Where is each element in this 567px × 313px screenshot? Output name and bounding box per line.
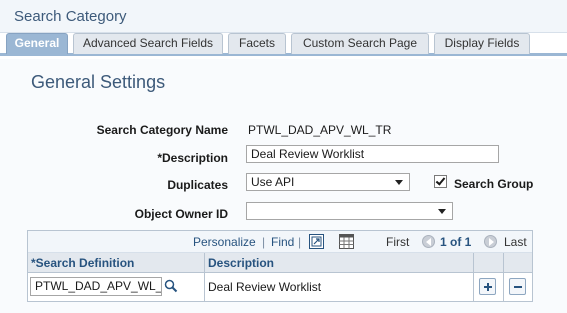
toolbar-separator: | xyxy=(298,235,302,249)
first-label: First xyxy=(386,235,410,249)
toolbar-separator: | xyxy=(262,235,266,249)
column-header-search-definition: *Search Definition xyxy=(31,256,135,270)
tab-facets[interactable]: Facets xyxy=(228,33,286,54)
tab-advanced-search-fields[interactable]: Advanced Search Fields xyxy=(73,33,223,54)
previous-icon[interactable] xyxy=(422,235,435,248)
search-category-name-value: PTWL_DAD_APV_WL_TR xyxy=(248,123,392,137)
search-group-label: Search Group xyxy=(454,177,534,191)
description-cell: Deal Review Worklist xyxy=(208,280,322,294)
tab-display-fields[interactable]: Display Fields xyxy=(434,33,530,54)
page-header: Search Category xyxy=(0,0,567,33)
object-owner-id-label: Object Owner ID xyxy=(134,207,228,221)
lookup-icon[interactable] xyxy=(164,279,178,293)
search-group-checkbox[interactable] xyxy=(434,175,447,188)
row-range-label: 1 of 1 xyxy=(440,235,472,249)
next-icon[interactable] xyxy=(484,235,497,248)
tab-bar: General Advanced Search Fields Facets Cu… xyxy=(0,33,567,56)
page-title: Search Category xyxy=(14,8,127,25)
tab-general[interactable]: General xyxy=(6,33,68,54)
duplicates-selected-value: Use API xyxy=(251,175,295,189)
section-title: General Settings xyxy=(31,72,166,92)
description-input[interactable]: Deal Review Worklist xyxy=(246,145,499,163)
zoom-icon[interactable] xyxy=(309,234,324,249)
chevron-down-icon xyxy=(395,180,403,185)
delete-row-icon[interactable] xyxy=(509,278,526,295)
last-label: Last xyxy=(504,235,527,249)
find-link[interactable]: Find xyxy=(271,235,294,249)
column-header-description: Description xyxy=(208,256,275,270)
general-tab-content: General Settings Search Category Name PT… xyxy=(0,59,567,313)
tab-custom-search-page[interactable]: Custom Search Page xyxy=(291,33,429,54)
chevron-down-icon xyxy=(438,209,446,214)
duplicates-label: Duplicates xyxy=(167,178,228,192)
duplicates-select[interactable]: Use API xyxy=(246,173,410,191)
description-label: *Description xyxy=(157,151,228,165)
object-owner-id-select[interactable] xyxy=(246,202,453,220)
grid-navigation-bar: Personalize | Find | First 1 of 1 Last xyxy=(28,231,532,253)
personalize-link[interactable]: Personalize xyxy=(193,235,256,249)
search-definition-input[interactable]: PTWL_DAD_APV_WL_T xyxy=(30,277,162,296)
checkmark-icon xyxy=(435,175,446,186)
search-category-name-label: Search Category Name xyxy=(96,123,228,137)
add-row-icon[interactable] xyxy=(479,278,496,295)
download-icon[interactable] xyxy=(339,234,354,249)
grid-header-row: *Search Definition Description xyxy=(28,253,532,273)
search-definition-grid: Personalize | Find | First 1 of 1 Last *… xyxy=(27,230,533,302)
